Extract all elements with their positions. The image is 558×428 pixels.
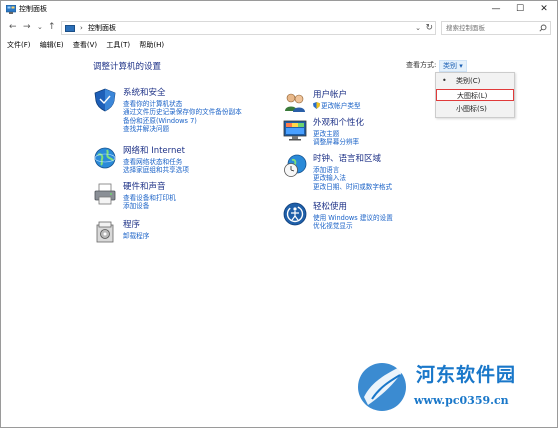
monitor-icon[interactable]	[283, 118, 307, 142]
link-homegroup-sharing[interactable]: 选择家庭组和共享选项	[123, 166, 189, 174]
menu-help[interactable]: 帮助(H)	[139, 39, 164, 51]
category-links: 查看网络状态和任务 选择家庭组和共享选项	[123, 158, 189, 175]
view-option-category[interactable]: • 类别(C)	[436, 75, 514, 87]
category-title[interactable]: 硬件和声音	[123, 182, 166, 193]
breadcrumb-control-panel[interactable]: 控制面板	[88, 24, 116, 33]
category-links: 查看你的计算机状态 通过文件历史记录保存你的文件备份副本 备份和还原(Windo…	[123, 100, 242, 133]
view-option-label: 小图标(S)	[456, 105, 487, 113]
link-optimize-visual-display[interactable]: 优化视觉显示	[313, 222, 393, 230]
window-title: 控制面板	[19, 5, 47, 13]
category-title[interactable]: 网络和 Internet	[123, 146, 185, 157]
watermark-title: 河东软件园	[416, 364, 517, 386]
control-panel-window: 控制面板 — ☐ ✕ ← → ⌄ ↑ › 控制面板 ⌄ ↻ 文件(F) 编辑(E…	[0, 0, 558, 428]
category-system-security: 系统和安全 查看你的计算机状态 通过文件历史记录保存你的文件备份副本 备份和还原…	[93, 88, 293, 143]
category-appearance: 外观和个性化 更改主题 调整屏幕分辨率	[283, 118, 433, 148]
ease-of-access-icon[interactable]	[283, 202, 307, 226]
category-user-accounts: 用户帐户 更改帐户类型	[283, 90, 433, 115]
category-hardware-sound: 硬件和声音 查看设备和打印机 添加设备	[93, 182, 293, 217]
category-title[interactable]: 系统和安全	[123, 88, 166, 99]
category-links: 查看设备和打印机 添加设备	[123, 194, 176, 211]
link-troubleshoot[interactable]: 查找并解决问题	[123, 125, 242, 133]
link-backup-restore[interactable]: 备份和还原(Windows 7)	[123, 117, 242, 125]
search-icon[interactable]	[539, 24, 547, 32]
uac-shield-icon	[313, 102, 320, 109]
link-adjust-resolution[interactable]: 调整屏幕分辨率	[313, 138, 359, 146]
category-title[interactable]: 时钟、语言和区域	[313, 154, 381, 165]
link-add-device[interactable]: 添加设备	[123, 202, 176, 210]
back-button[interactable]: ←	[9, 21, 17, 34]
category-links: 添加语言 更改输入法 更改日期、时间或数字格式	[313, 166, 392, 191]
users-icon[interactable]	[283, 90, 307, 114]
control-panel-app-icon	[6, 5, 16, 14]
link-uninstall-program[interactable]: 卸载程序	[123, 232, 149, 240]
menu-file[interactable]: 文件(F)	[7, 39, 31, 51]
address-bar[interactable]: › 控制面板 ⌄ ↻	[61, 21, 436, 35]
view-option-label: 类别(C)	[456, 77, 481, 85]
category-ease-of-access: 轻松使用 使用 Windows 建议的设置 优化视觉显示	[283, 202, 443, 232]
menu-bar: 文件(F) 编辑(E) 查看(V) 工具(T) 帮助(H)	[7, 39, 171, 51]
view-option-large-icons[interactable]: 大图标(L)	[436, 89, 514, 101]
menu-view[interactable]: 查看(V)	[73, 39, 97, 51]
globe-network-icon[interactable]	[93, 146, 117, 170]
close-button[interactable]: ✕	[532, 1, 556, 18]
category-programs: 程序 卸载程序	[93, 220, 293, 250]
forward-button[interactable]: →	[23, 21, 31, 34]
menu-tools[interactable]: 工具(T)	[106, 39, 130, 51]
menu-edit[interactable]: 编辑(E)	[40, 39, 64, 51]
category-title[interactable]: 外观和个性化	[313, 118, 364, 129]
category-links: 使用 Windows 建议的设置 优化视觉显示	[313, 214, 393, 231]
category-title[interactable]: 轻松使用	[313, 202, 347, 213]
watermark-url: www.pc0359.cn	[414, 394, 509, 407]
shield-icon[interactable]	[93, 88, 117, 112]
category-title[interactable]: 程序	[123, 220, 140, 231]
view-option-label: 大图标(L)	[457, 92, 488, 100]
control-panel-small-icon	[65, 25, 75, 32]
link-change-date-time-format[interactable]: 更改日期、时间或数字格式	[313, 183, 392, 191]
category-links: 卸载程序	[123, 232, 149, 240]
category-links: 更改帐户类型	[313, 102, 361, 110]
title-bar[interactable]: 控制面板 — ☐ ✕	[1, 1, 557, 18]
view-by-dropdown[interactable]: 类别 ▾	[439, 60, 467, 72]
search-input[interactable]	[446, 23, 534, 33]
category-links: 更改主题 调整屏幕分辨率	[313, 130, 359, 147]
minimize-button[interactable]: —	[484, 1, 508, 18]
breadcrumb-separator: ›	[80, 24, 83, 32]
address-dropdown-icon[interactable]: ⌄	[415, 23, 421, 33]
category-title[interactable]: 用户帐户	[313, 90, 347, 101]
view-option-small-icons[interactable]: 小图标(S)	[436, 103, 514, 115]
link-change-account-type[interactable]: 更改帐户类型	[313, 102, 361, 110]
category-network-internet: 网络和 Internet 查看网络状态和任务 选择家庭组和共享选项	[93, 146, 293, 181]
recent-locations-button[interactable]: ⌄	[37, 21, 43, 34]
link-file-history-backup[interactable]: 通过文件历史记录保存你的文件备份副本	[123, 108, 242, 116]
watermark: 河东软件园 www.pc0359.cn	[354, 357, 554, 415]
refresh-button[interactable]: ↻	[425, 22, 433, 34]
up-button[interactable]: ↑	[48, 21, 56, 34]
maximize-button[interactable]: ☐	[508, 1, 532, 18]
page-heading: 调整计算机的设置	[93, 62, 162, 72]
selected-bullet-icon: •	[442, 76, 447, 85]
search-box[interactable]	[441, 21, 551, 35]
clock-globe-icon[interactable]	[283, 154, 307, 178]
address-row: ← → ⌄ ↑ › 控制面板 ⌄ ↻	[1, 18, 557, 38]
link-label: 更改帐户类型	[321, 102, 361, 110]
programs-icon[interactable]	[93, 220, 117, 244]
category-clock-language-region: 时钟、语言和区域 添加语言 更改输入法 更改日期、时间或数字格式	[283, 154, 443, 194]
watermark-logo-icon	[358, 361, 410, 411]
link-change-input-method[interactable]: 更改输入法	[313, 174, 392, 182]
printer-icon[interactable]	[93, 182, 117, 206]
view-by-menu: • 类别(C) 大图标(L) 小图标(S)	[435, 72, 515, 118]
view-by-label: 查看方式:	[406, 61, 437, 69]
